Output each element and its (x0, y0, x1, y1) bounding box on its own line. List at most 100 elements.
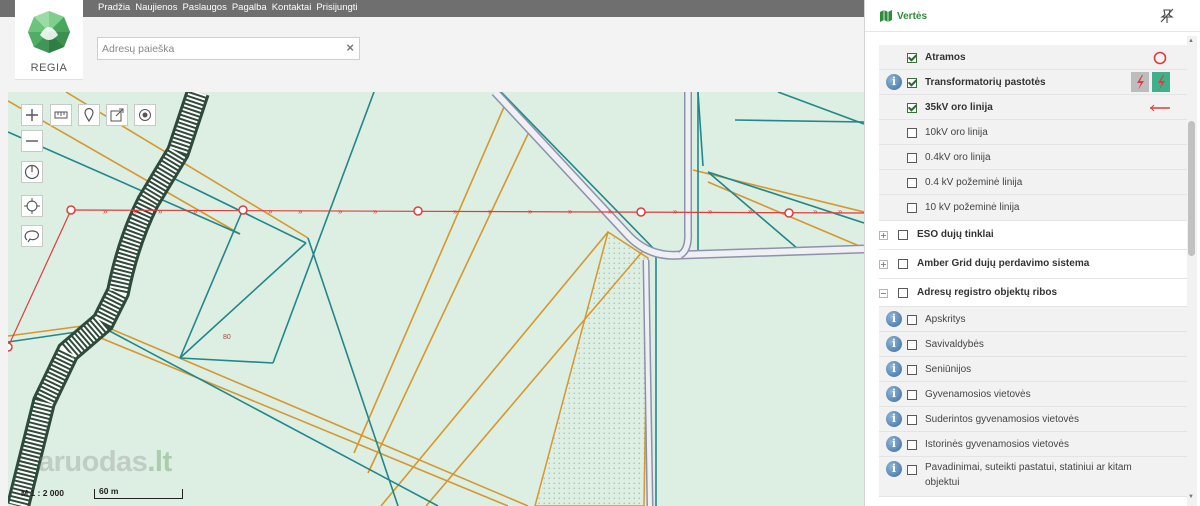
group-label: Amber Grid dujų perdavimo sistema (917, 258, 1090, 269)
group-row-eso-gas[interactable]: ESO dujų tinklai (879, 221, 1189, 250)
nav-link-contacts[interactable]: Kontaktai (272, 2, 312, 14)
layer-row-35kv[interactable]: 35kV oro linija (879, 95, 1189, 120)
zoom-in-icon (26, 109, 38, 121)
layer-checkbox[interactable] (907, 465, 917, 475)
info-icon[interactable]: i (886, 386, 902, 402)
reset-button[interactable] (21, 161, 43, 183)
layer-row-suderintos[interactable]: i Suderintos gyvenamosios vietovės (879, 407, 1189, 432)
layer-label: Transformatorių pastotės (925, 77, 1046, 88)
watermark: aruodas.lt (38, 446, 172, 479)
svg-text:»: » (373, 207, 378, 216)
layer-row-pavadinimai[interactable]: i Pavadinimai, suteikti pastatui, statin… (879, 457, 1189, 497)
layer-row-04kv-underground[interactable]: 0.4 kV požeminė linija (879, 170, 1189, 195)
nav-menu: Pradžia Naujienos Paslaugos Pagalba Kont… (98, 2, 358, 14)
layer-checkbox[interactable] (907, 203, 917, 213)
layer-label: Suderintos gyvenamosios vietovės (925, 414, 1079, 425)
layer-checkbox[interactable] (907, 315, 917, 325)
info-icon[interactable]: i (886, 336, 902, 352)
nav-link-help[interactable]: Pagalba (232, 2, 267, 14)
svg-text:»: » (708, 207, 713, 216)
svg-text:»: » (813, 207, 818, 216)
address-search: × (97, 37, 360, 60)
info-icon[interactable]: i (886, 361, 902, 377)
road (491, 92, 864, 506)
expand-icon[interactable] (879, 260, 888, 269)
svg-text:»: » (528, 207, 533, 216)
layer-checkbox[interactable] (907, 153, 917, 163)
svg-text:»: » (673, 207, 678, 216)
locate-button[interactable] (134, 104, 156, 126)
group-row-amber-grid[interactable]: Amber Grid dujų perdavimo sistema (879, 250, 1189, 279)
layer-label: Istorinės gyvenamosios vietovės (925, 439, 1069, 450)
layer-checkbox[interactable] (907, 365, 917, 375)
group-checkbox[interactable] (898, 288, 908, 298)
group-row-address-registry[interactable]: Adresų registro objektų ribos (879, 279, 1189, 307)
top-navigation: Pradžia Naujienos Paslaugos Pagalba Kont… (0, 0, 864, 17)
scrollbar-thumb[interactable] (1188, 121, 1195, 256)
layer-checkbox[interactable] (907, 128, 917, 138)
orange-parcel-lines (8, 92, 864, 506)
zoom-in-button[interactable] (21, 104, 43, 126)
scroll-down-icon[interactable]: ▼ (1188, 494, 1194, 500)
expand-icon[interactable] (879, 231, 888, 240)
power-icon (24, 164, 40, 180)
watermark-text: aruodas (38, 446, 148, 478)
nav-link-services[interactable]: Paslaugos (182, 2, 226, 14)
layer-checkbox[interactable] (907, 103, 917, 113)
group-checkbox[interactable] (898, 259, 908, 269)
layer-label: 0.4 kV požeminė linija (925, 177, 1023, 188)
svg-text:»: » (608, 207, 613, 216)
layer-row-atramos[interactable]: Atramos (879, 45, 1189, 70)
info-icon[interactable]: i (886, 74, 902, 90)
info-icon[interactable]: i (886, 411, 902, 427)
layer-row-savivaldybes[interactable]: i Savivaldybės (879, 332, 1189, 357)
layer-label: 0.4kV oro linija (925, 152, 991, 163)
layer-row-gyvenamosios-vietoves[interactable]: i Gyvenamosios vietovės (879, 382, 1189, 407)
layer-row-04kv[interactable]: 0.4kV oro linija (879, 145, 1189, 170)
layer-row-seniunijos[interactable]: i Seniūnijos (879, 357, 1189, 382)
layer-row-istorines[interactable]: i Istorinės gyvenamosios vietovės (879, 432, 1189, 457)
measure-button[interactable] (50, 104, 72, 126)
layer-checkbox[interactable] (907, 53, 917, 63)
zoom-out-button[interactable] (21, 130, 43, 152)
layer-row-10kv-underground[interactable]: 10 kV požeminė linija (879, 195, 1189, 221)
nav-link-login[interactable]: Prisijungti (316, 2, 357, 14)
layer-label: Apskritys (925, 314, 966, 325)
layer-checkbox[interactable] (907, 415, 917, 425)
nav-link-news[interactable]: Naujienos (135, 2, 177, 14)
logo[interactable]: REGIA (15, 0, 83, 80)
group-checkbox[interactable] (898, 230, 908, 240)
layer-label-continued: objektui (925, 477, 960, 488)
clear-icon[interactable]: × (346, 40, 354, 55)
unpin-icon[interactable] (1160, 8, 1174, 24)
place-marker-button[interactable] (78, 104, 100, 126)
scroll-up-icon[interactable]: ▲ (1188, 38, 1194, 44)
lasso-select-button[interactable] (21, 225, 43, 247)
info-icon[interactable]: i (886, 436, 902, 452)
share-button[interactable] (106, 104, 128, 126)
collapse-icon[interactable] (879, 289, 888, 298)
info-icon[interactable]: i (886, 461, 902, 477)
svg-text:»: » (103, 207, 108, 216)
layer-checkbox[interactable] (907, 78, 917, 88)
map-view[interactable]: »»» »»» »»» »»» »»» »»» 80 aruodas.lt M … (8, 92, 864, 506)
svg-text:»: » (453, 207, 458, 216)
svg-text:»: » (268, 207, 273, 216)
layer-row-transformatoriu-pastotes[interactable]: i Transformatorių pastotės (879, 70, 1189, 95)
panel-scrollbar[interactable]: ▲ ▼ (1187, 36, 1197, 506)
dotted-field (534, 230, 649, 506)
map-scale-label: M 1 : 2 000 (21, 488, 64, 498)
layer-checkbox[interactable] (907, 440, 917, 450)
layer-row-10kv[interactable]: 10kV oro linija (879, 120, 1189, 145)
info-icon[interactable]: i (886, 311, 902, 327)
map-scale-bar: 60 m (94, 486, 183, 499)
layer-checkbox[interactable] (907, 178, 917, 188)
gps-button[interactable] (21, 195, 43, 217)
layer-checkbox[interactable] (907, 390, 917, 400)
layer-list: Atramos i Transformatorių pastotės 35kV … (879, 45, 1189, 506)
nav-link-home[interactable]: Pradžia (98, 2, 130, 14)
regia-logo-icon (28, 11, 70, 53)
layer-checkbox[interactable] (907, 340, 917, 350)
layer-row-apskritys[interactable]: i Apskritys (879, 307, 1189, 332)
search-input[interactable] (102, 41, 332, 57)
